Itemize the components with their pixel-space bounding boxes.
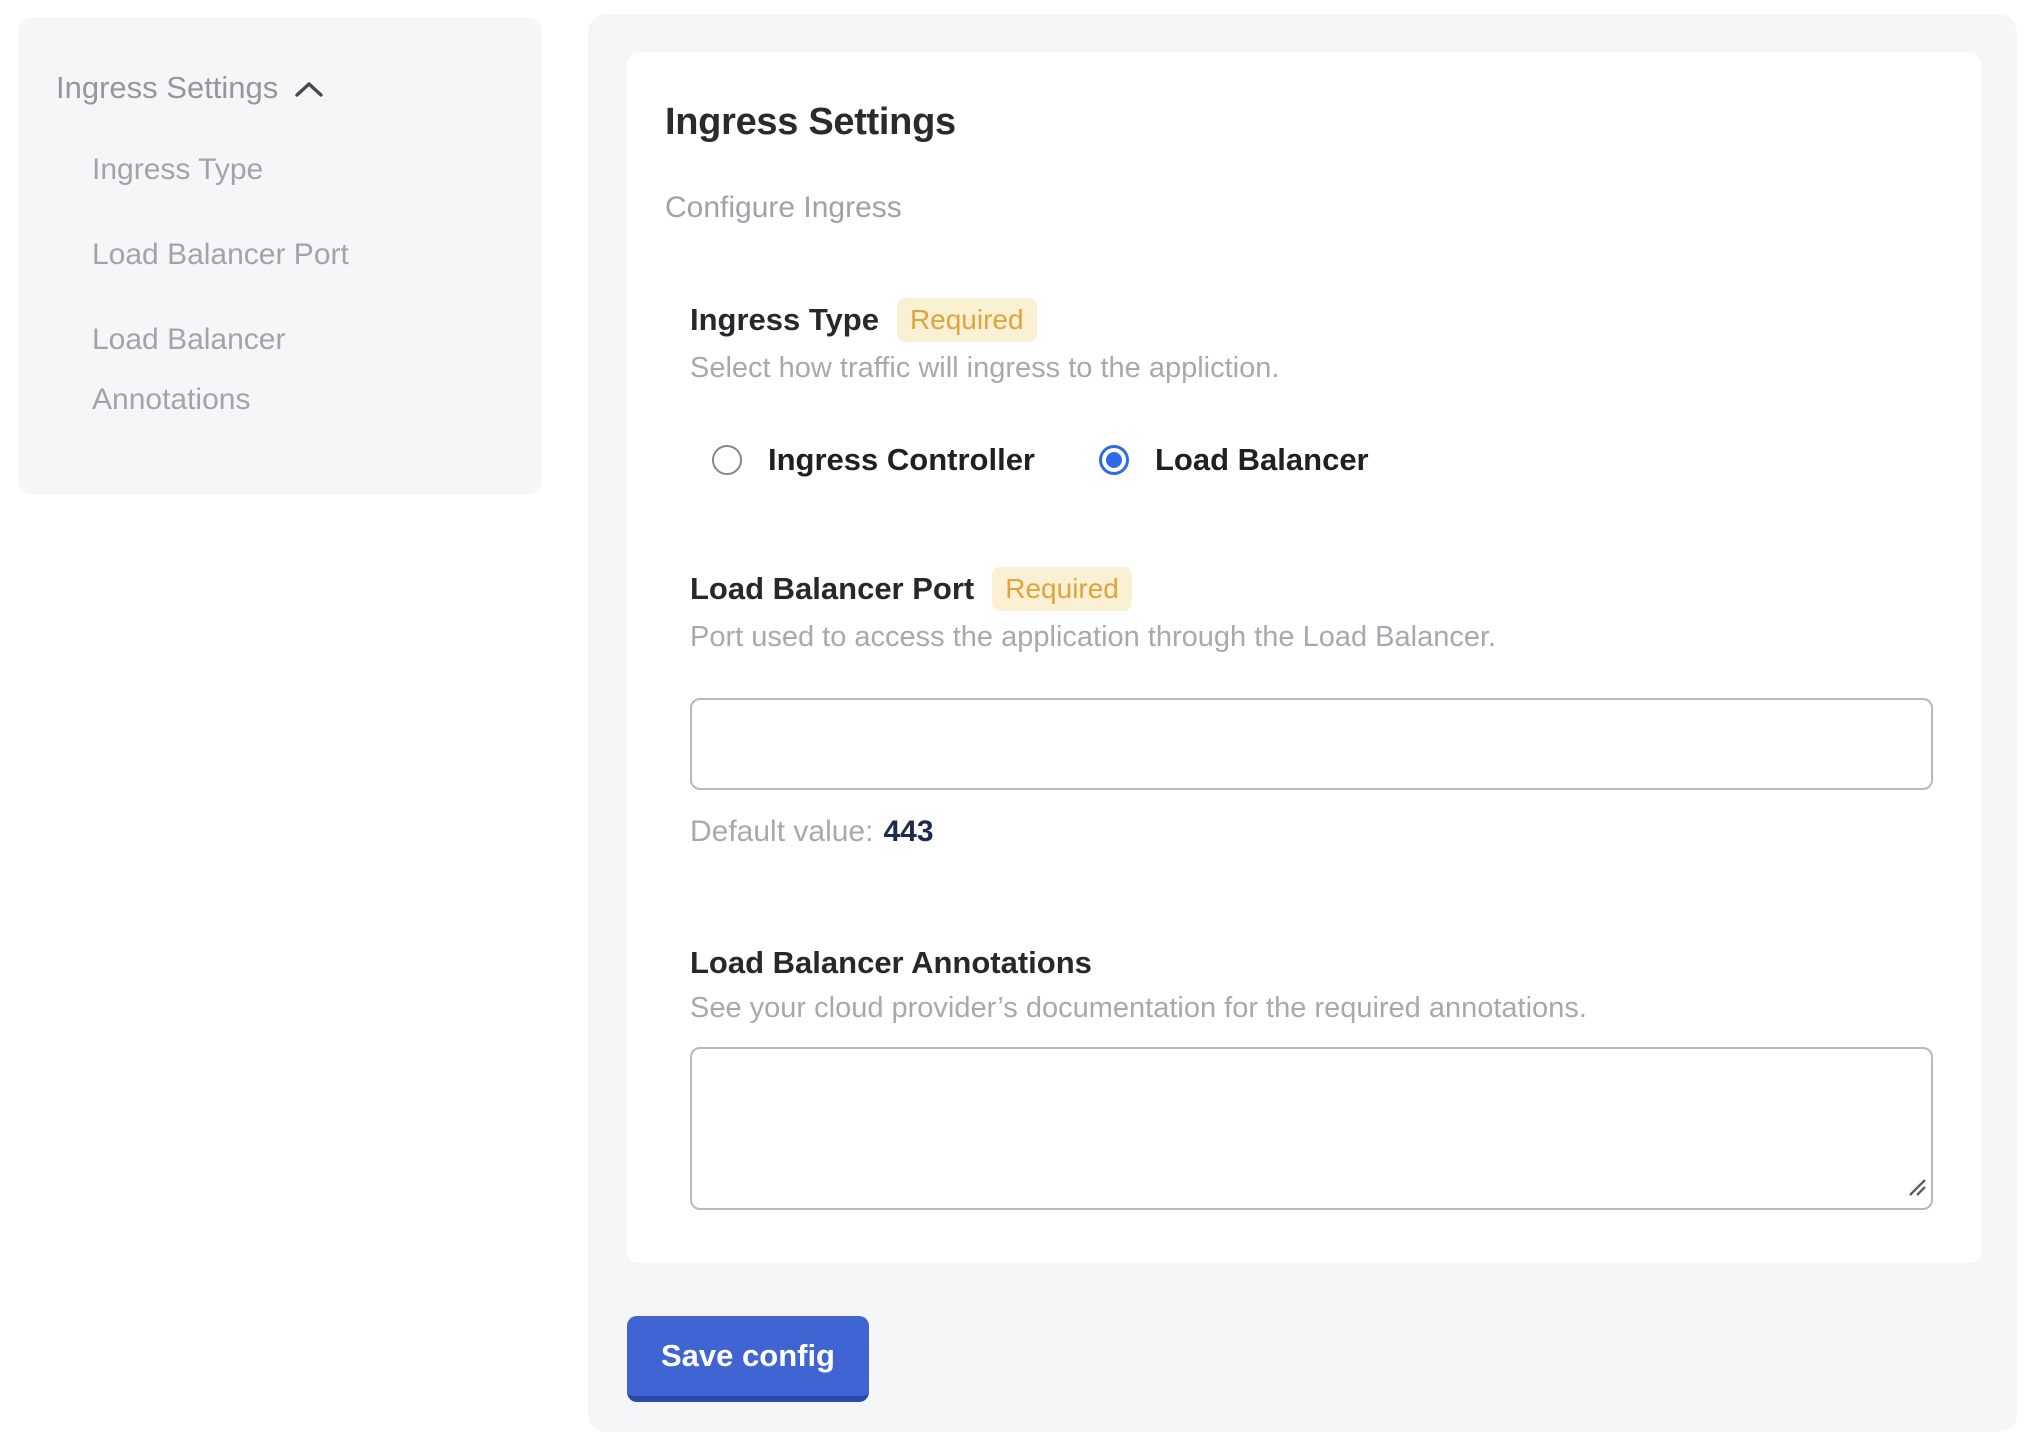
section-ingress-type: Ingress Type Required Select how traffic… <box>690 298 1943 479</box>
save-config-button[interactable]: Save config <box>627 1316 869 1402</box>
sidebar-section-toggle[interactable]: Ingress Settings <box>56 70 512 106</box>
section-heading: Load Balancer Annotations <box>690 944 1943 982</box>
required-badge: Required <box>897 298 1037 342</box>
field-description: Select how traffic will ingress to the a… <box>690 351 1943 385</box>
load-balancer-annotations-textarea[interactable] <box>690 1047 1933 1210</box>
ingress-settings-card: Ingress Settings Configure Ingress Ingre… <box>627 52 1981 1263</box>
sidebar-section-title: Ingress Settings <box>56 70 278 106</box>
radio-option-ingress-controller[interactable]: Ingress Controller <box>712 441 1035 479</box>
field-description: See your cloud provider’s documentation … <box>690 991 1943 1025</box>
section-load-balancer-annotations: Load Balancer Annotations See your cloud… <box>690 944 1943 1210</box>
chevron-up-icon[interactable] <box>294 77 324 99</box>
ingress-type-radio-group: Ingress Controller Load Balancer <box>690 441 1943 479</box>
field-description: Port used to access the application thro… <box>690 620 1943 654</box>
sidebar-item-load-balancer-port[interactable]: Load Balancer Port <box>92 225 512 285</box>
form-sections: Ingress Type Required Select how traffic… <box>690 298 1943 1210</box>
section-heading: Load Balancer Port Required <box>690 567 1943 611</box>
required-badge: Required <box>992 567 1132 611</box>
radio-label-ingress-controller[interactable]: Ingress Controller <box>768 441 1035 479</box>
radio-label-load-balancer[interactable]: Load Balancer <box>1155 441 1369 479</box>
field-label-load-balancer-port: Load Balancer Port <box>690 570 974 608</box>
settings-panel: Ingress Settings Configure Ingress Ingre… <box>588 14 2017 1432</box>
radio-selected-icon[interactable] <box>1099 445 1129 475</box>
page-subtitle: Configure Ingress <box>665 190 1943 226</box>
sidebar-nav: Ingress Type Load Balancer Port Load Bal… <box>56 140 512 430</box>
field-label-ingress-type: Ingress Type <box>690 301 879 339</box>
resize-handle-icon[interactable] <box>1906 1176 1928 1203</box>
load-balancer-port-input[interactable] <box>690 698 1933 790</box>
page-title: Ingress Settings <box>665 100 1943 144</box>
section-heading: Ingress Type Required <box>690 298 1943 342</box>
settings-outline-sidebar: Ingress Settings Ingress Type Load Balan… <box>18 18 542 494</box>
radio-dot <box>1106 452 1122 468</box>
radio-option-load-balancer[interactable]: Load Balancer <box>1099 441 1369 479</box>
annotations-textarea-wrap <box>690 1047 1933 1210</box>
radio-unselected-icon[interactable] <box>712 445 742 475</box>
sidebar-item-load-balancer-annotations[interactable]: Load Balancer Annotations <box>92 310 402 430</box>
field-label-load-balancer-annotations: Load Balancer Annotations <box>690 944 1092 982</box>
default-value-line: Default value: 443 <box>690 814 1943 850</box>
sidebar-item-ingress-type[interactable]: Ingress Type <box>92 140 512 200</box>
default-value-label: Default value: <box>690 815 873 848</box>
section-load-balancer-port: Load Balancer Port Required Port used to… <box>690 567 1943 850</box>
default-value: 443 <box>883 815 933 848</box>
